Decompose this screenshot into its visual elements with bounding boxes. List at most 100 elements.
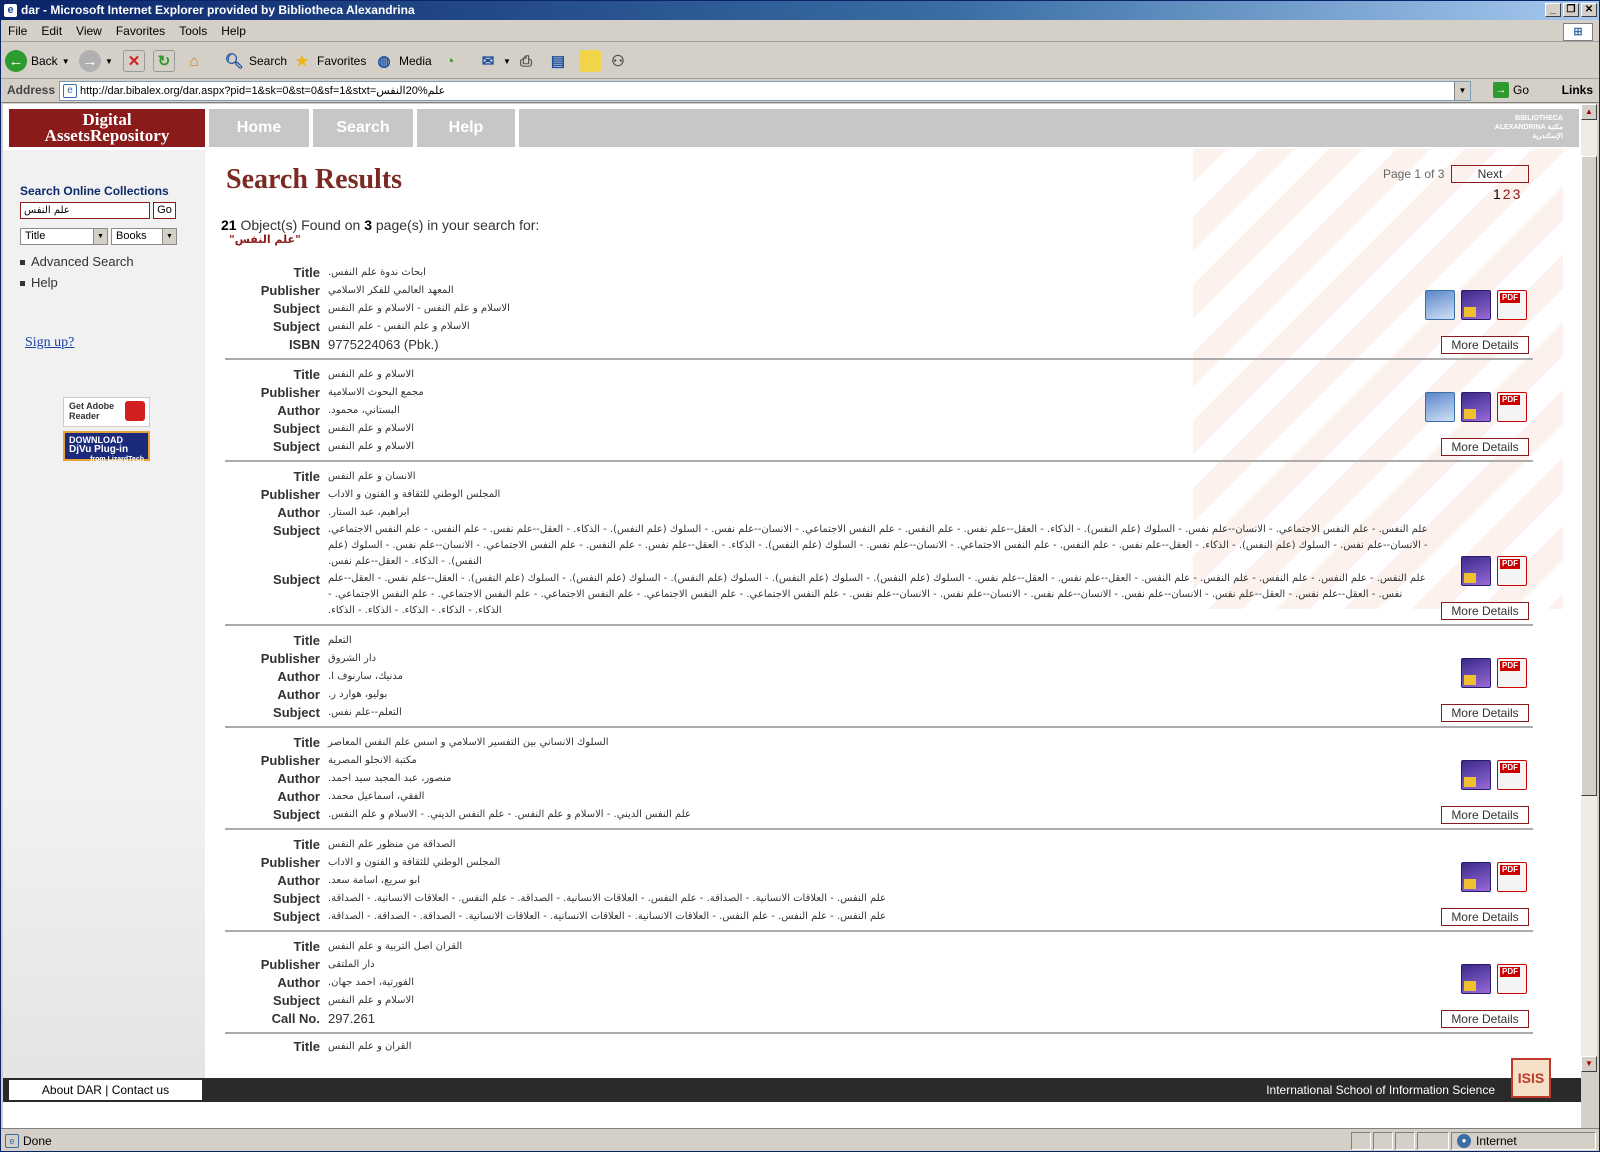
maximize-button[interactable]: ❐ [1563,3,1579,17]
pdf-icon[interactable] [1497,964,1527,994]
field-label: Title [293,735,321,750]
get-adobe-reader-link[interactable]: Get Adobe Reader [63,397,150,427]
forward-button[interactable]: → ▼ [79,49,113,73]
menu-tools[interactable]: Tools [172,21,214,42]
scroll-thumb[interactable] [1581,156,1597,796]
go-button[interactable]: → Go [1493,82,1529,98]
page-2-link[interactable]: 2 [1503,186,1511,202]
menu-file[interactable]: File [1,21,34,42]
record-field: Subject الاسلام و علم النفس - الاسلام و ع… [225,300,1533,318]
digital-library-icon[interactable] [1425,392,1455,422]
field-value: التعلم--علم نفس. [328,707,402,718]
djvu-icon[interactable] [1461,556,1491,586]
nav-help[interactable]: Help [417,109,515,147]
next-page-button[interactable]: Next [1451,165,1529,183]
about-link[interactable]: About DAR [42,1083,102,1097]
home-button[interactable]: ⌂ [183,49,205,73]
contact-link[interactable]: Contact us [112,1083,169,1097]
minimize-button[interactable]: _ [1545,3,1561,17]
search-icon: 🔍︎ [224,53,244,70]
search-go-button[interactable]: Go [153,202,176,219]
edit-button[interactable]: ▤ [547,49,569,73]
print-button[interactable]: ⎙ [515,49,537,73]
field-value: علم النفس. - علم النفس. - علم النفس. - ا… [328,911,886,922]
pdf-icon[interactable] [1497,556,1527,586]
history-button[interactable]: ◔ [439,49,461,73]
refresh-button[interactable]: ↻ [153,49,175,73]
more-details-button[interactable]: More Details [1441,704,1529,722]
djvu-plugin-link[interactable]: DOWNLOAD DjVu Plug-in from LizardTech [63,431,150,463]
back-button[interactable]: ← Back ▼ [5,49,70,73]
pdf-icon[interactable] [1497,290,1527,320]
search-input[interactable]: علم النفس [20,202,150,219]
djvu-icon[interactable] [1461,760,1491,790]
djvu-icon[interactable] [1461,862,1491,892]
field-value: الاسلام و علم النفس [328,369,414,380]
field-value: الفورتية، احمد جهان. [328,977,414,988]
mail-button[interactable]: ✉ ▼ [477,49,511,73]
vertical-scrollbar[interactable]: ▲ ▼ [1581,104,1597,1072]
field-value: ابراهيم، عبد الستار. [328,507,410,518]
record-field: Publisher دار الشروق [225,650,1533,668]
links-toolbar[interactable]: Links [1562,83,1593,97]
messenger-button[interactable]: ⚇ [607,49,629,73]
menu-edit[interactable]: Edit [34,21,69,42]
discuss-button[interactable] [579,49,601,73]
scroll-up-button[interactable]: ▲ [1581,104,1597,120]
footer-links: About DAR | Contact us [9,1080,202,1100]
close-button[interactable]: ✕ [1581,3,1597,17]
internet-globe-icon: ● [1457,1134,1471,1148]
more-details-button[interactable]: More Details [1441,1010,1529,1028]
search-button[interactable]: 🔍︎ Search [223,49,287,73]
field-value: الاسلام و علم النفس [328,995,414,1006]
more-details-button[interactable]: More Details [1441,806,1529,824]
advanced-search-link[interactable]: Advanced Search [20,254,134,269]
more-details-button[interactable]: More Details [1441,908,1529,926]
address-bar: Address e http://dar.bibalex.org/dar.asp… [1,79,1599,103]
more-details-button[interactable]: More Details [1441,336,1529,354]
nav-search[interactable]: Search [313,109,413,147]
field-value: البستاني، محمود. [328,405,400,416]
pdf-icon[interactable] [1497,392,1527,422]
menu-favorites[interactable]: Favorites [109,21,172,42]
result-record: Title السلوك الانساني بين التفسير الاسلام… [225,730,1533,830]
field-label: Subject [273,807,320,822]
signup-link[interactable]: Sign up? [25,335,74,351]
field-label: Author [277,687,320,702]
djvu-icon[interactable] [1461,290,1491,320]
pdf-icon[interactable] [1497,760,1527,790]
security-zone: ● Internet [1451,1132,1596,1150]
record-field: Subject علم النفس الديني. - الاسلام و علم… [225,806,1533,824]
stop-button[interactable]: ✕ [123,49,145,73]
page-icon: e [5,1134,19,1148]
digital-library-icon[interactable] [1425,290,1455,320]
field-select[interactable]: Title ▼ [20,228,108,245]
more-details-button[interactable]: More Details [1441,602,1529,620]
pdf-icon[interactable] [1497,862,1527,892]
status-panel [1351,1132,1371,1150]
favorites-button[interactable]: ★ Favorites [291,49,366,73]
address-input[interactable]: e http://dar.bibalex.org/dar.aspx?pid=1&… [59,81,1471,101]
more-details-button[interactable]: More Details [1441,438,1529,456]
djvu-icon[interactable] [1461,658,1491,688]
djvu-icon[interactable] [1461,392,1491,422]
field-label: Publisher [260,283,320,298]
collection-select[interactable]: Books ▼ [111,228,177,245]
format-icons [1425,392,1527,422]
field-value: علم النفس الديني. - الاسلام و علم النفس.… [328,809,691,820]
result-record: Title التعلم Publisher دار الشروق Author مدني… [225,628,1533,728]
field-label: Publisher [260,651,320,666]
format-icons [1461,760,1527,790]
media-button[interactable]: ◍ Media [373,49,431,73]
menu-help[interactable]: Help [214,21,253,42]
address-dropdown[interactable]: ▼ [1454,82,1470,100]
nav-home[interactable]: Home [209,109,309,147]
djvu-icon[interactable] [1461,964,1491,994]
help-link[interactable]: Help [20,275,58,290]
field-value: المجلس الوطني للثقافة و الفنون و الاداب [328,857,501,868]
pdf-icon[interactable] [1497,658,1527,688]
dar-logo[interactable]: Digital AssetsRepository [9,109,205,147]
menu-view[interactable]: View [69,21,109,42]
scroll-down-button[interactable]: ▼ [1581,1056,1597,1072]
page-3-link[interactable]: 3 [1513,186,1521,202]
